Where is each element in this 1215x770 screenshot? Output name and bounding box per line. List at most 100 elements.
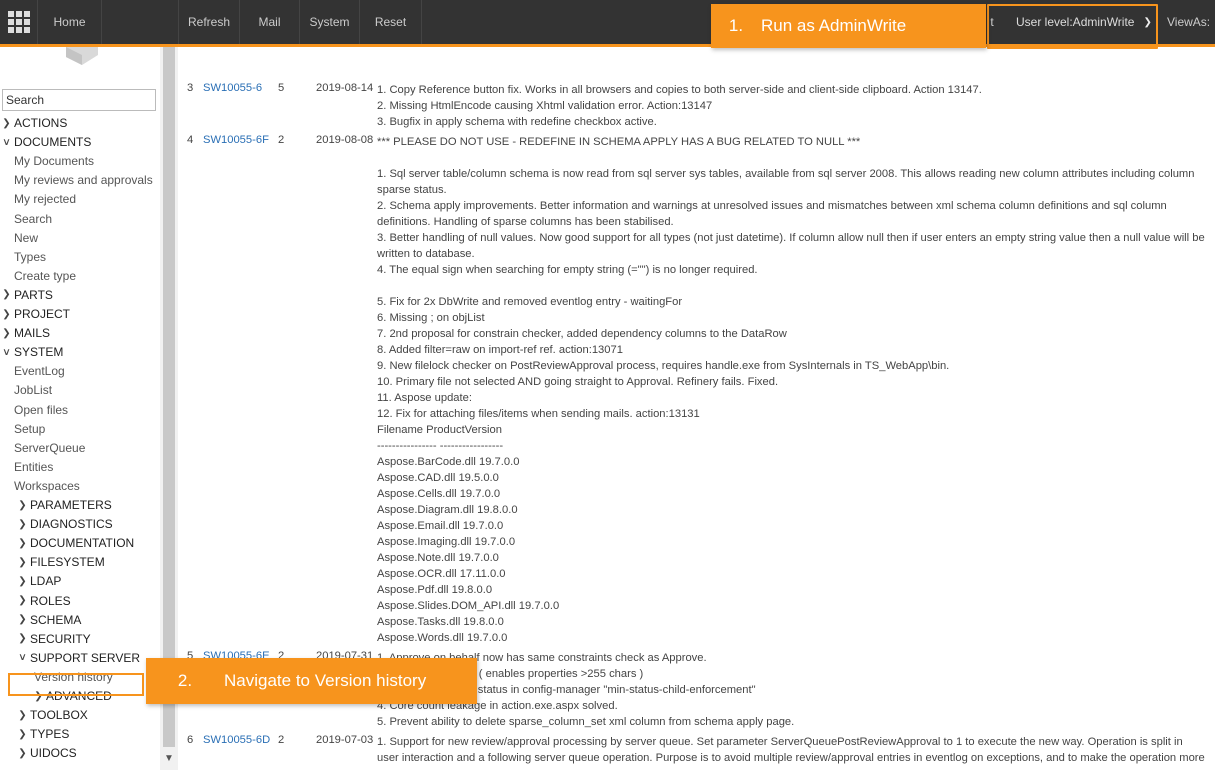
chevron-right-icon[interactable]: ❯ [2,289,11,300]
logo-icon [66,47,98,65]
chevron-right-icon[interactable]: ❯ [2,328,11,339]
note-line: Aspose.Tasks.dll 19.8.0.0 [377,616,504,628]
sidebar-item[interactable]: ❯ PARAMETERS [18,498,112,512]
note-line [377,278,1205,294]
chevron-right-icon[interactable]: ❯ [18,710,27,721]
chevron-right-icon[interactable]: ❯ [18,614,27,625]
sidebar-search-input[interactable] [2,89,156,111]
chevron-right-icon[interactable]: ❯ [18,595,27,606]
sidebar-item-label: MAILS [14,326,51,341]
chevron-right-icon[interactable]: ❯ [18,633,27,644]
nav-refresh[interactable]: Refresh [178,0,240,44]
note-line: 2. Missing HtmlEncode causing Xhtml vali… [377,100,713,112]
nav-reset[interactable]: Reset [360,0,422,44]
chevron-down-icon[interactable]: ∨ [1,137,12,148]
chevron-right-icon[interactable]: ❯ [18,519,27,530]
chevron-right-icon[interactable]: ❯ [18,538,27,549]
chevron-right-icon[interactable]: ❯ [18,557,27,568]
sidebar-item[interactable]: ❯ PARTS [2,288,53,302]
sidebar-item[interactable]: ❯ MAILS [2,326,50,340]
chevron-right-icon[interactable]: ❯ [2,118,11,129]
version-id-link[interactable]: SW10055-6F [203,134,269,146]
sidebar-item-label: My rejected [14,192,77,207]
note-line: Aspose.CAD.dll 19.5.0.0 [377,472,499,484]
sidebar-item[interactable]: ServerQueue [14,441,85,455]
sidebar-item[interactable]: Entities [14,460,53,474]
note-line: Aspose.Diagram.dll 19.8.0.0 [377,504,518,516]
sidebar-item[interactable]: ❯ FILESYSTEM [18,555,105,570]
sidebar-item[interactable]: ❯ PROJECT [2,307,70,321]
sidebar-item[interactable]: ❯ LDAP [18,574,61,588]
note-line: 4. Core count leakage in action.exe.aspx… [377,700,618,712]
sidebar-item-label: DOCUMENTATION [30,536,135,551]
version-date: 2019-08-14 [316,82,374,94]
sidebar-item-label: Workspaces [14,478,80,493]
sidebar-item-label: FILESYSTEM [30,555,105,570]
sidebar-item[interactable]: ❯ UIDOCS [18,746,76,760]
selected-item-highlight [8,673,144,696]
callout-step-1: 1. Run as AdminWrite [711,4,986,48]
version-number: 6 [187,734,194,746]
note-line: Aspose.Slides.DOM_API.dll 19.7.0.0 [377,600,560,612]
scrollbar-thumb[interactable] [163,47,175,747]
sidebar-item-label: JobList [14,383,53,398]
sidebar-item[interactable]: ❯ ACTIONS [2,116,67,130]
sidebar-item[interactable]: Search [14,212,52,226]
sidebar-item[interactable]: Types [14,250,46,264]
chevron-right-icon[interactable]: ❯ [2,309,11,320]
note-line: 1. Sql server table/column schema is now… [377,168,1195,196]
sidebar-item[interactable]: Open files [14,403,68,417]
version-id-link[interactable]: SW10055-6D [203,734,270,746]
callout-step-2-text: Navigate to Version history [224,671,427,690]
sidebar-item-label: TYPES [30,727,70,742]
note-line [377,150,1205,166]
scroll-down-icon[interactable]: ▼ [164,753,174,764]
chevron-right-icon[interactable]: ❯ [18,500,27,511]
app-grid-button[interactable] [0,0,38,44]
nav-system[interactable]: System [300,0,360,44]
sidebar-item[interactable]: ❯ TYPES [18,727,69,741]
version-number: 3 [187,82,194,94]
sidebar-item[interactable]: EventLog [14,364,65,378]
sidebar-item[interactable]: JobList [14,383,52,397]
version-id-link[interactable]: SW10055-6 [203,82,262,94]
chevron-down-icon[interactable]: ∨ [17,652,28,663]
sidebar-item[interactable]: ∨ SUPPORT SERVER [18,651,140,665]
sidebar-item[interactable]: ❯ ROLES [18,594,70,608]
chevron-right-icon[interactable]: ❯ [18,576,27,587]
sidebar-item[interactable]: ❯ SCHEMA [18,613,81,627]
note-line: Aspose.Note.dll 19.7.0.0 [377,552,499,564]
sidebar-item[interactable]: ∨ DOCUMENTS [2,135,91,149]
sidebar-item[interactable]: New [14,231,38,245]
sidebar-item[interactable]: Create type [14,269,76,283]
sidebar-item-label: SCHEMA [30,612,82,627]
sidebar-item[interactable]: My Documents [14,154,94,168]
version-notes: 1. Approve on behalf now has same constr… [377,650,1205,730]
sidebar-item[interactable]: My rejected [14,192,76,206]
chevron-down-icon[interactable]: ∨ [1,347,12,358]
nav-mail[interactable]: Mail [240,0,300,44]
chevron-right-icon[interactable]: ❯ [18,729,27,740]
sidebar-item[interactable]: ❯ DOCUMENTATION [18,536,134,550]
version-notes: 1. Support for new review/approval proce… [377,734,1205,766]
sidebar-item[interactable]: Setup [14,422,45,436]
note-line: 7. 2nd proposal for constrain checker, a… [377,328,787,340]
sidebar-item[interactable]: Workspaces [14,479,80,493]
sidebar-item-label: PARTS [14,287,53,302]
version-notes: 1. Copy Reference button fix. Works in a… [377,82,1205,130]
sidebar-item-label: My Documents [14,154,95,169]
note-line: 3. Bugfix in apply schema with redefine … [377,116,657,128]
note-line: Aspose.Email.dll 19.7.0.0 [377,520,504,532]
sidebar-item[interactable]: My reviews and approvals [14,173,153,187]
sidebar-item-label: DOCUMENTS [14,135,92,150]
sidebar-item[interactable]: ❯ DIAGNOSTICS [18,517,112,531]
sidebar-item[interactable]: ❯ TOOLBOX [18,708,88,722]
nav-home[interactable]: Home [38,0,102,44]
sidebar-item[interactable]: ❯ SECURITY [18,632,90,646]
version-number: 4 [187,134,194,146]
view-as-label[interactable]: ViewAs: [1167,0,1210,44]
chevron-right-icon[interactable]: ❯ [18,748,27,759]
sidebar-item-label: PROJECT [14,307,71,321]
sidebar-item[interactable]: ∨ SYSTEM [2,345,63,359]
sidebar-item-label: Create type [14,268,77,283]
